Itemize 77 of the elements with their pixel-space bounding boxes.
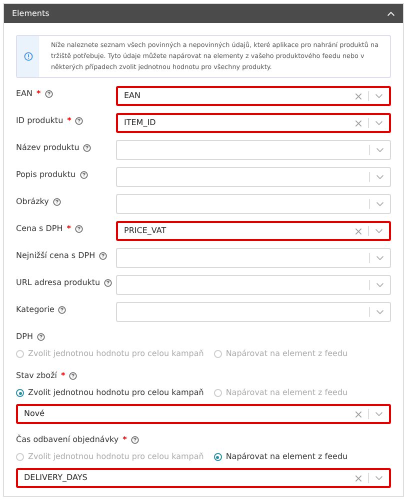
field-label: Popis produktu <box>16 169 76 181</box>
field-label: Obrázky <box>16 196 49 208</box>
radio-label: Zvolit jednotnou hodnotu pro celou kampaň <box>28 451 204 463</box>
select-field[interactable] <box>116 302 391 322</box>
help-icon <box>37 333 45 341</box>
radio-label: Napárovat na element z feedu <box>226 387 348 399</box>
field-label: Stav zboží <box>16 370 57 382</box>
radio-button[interactable] <box>214 350 222 358</box>
chevron-down-icon[interactable] <box>376 174 384 180</box>
select-value: PRICE_VAT <box>124 225 168 237</box>
help-icon <box>74 225 83 233</box>
required-mark: * <box>67 115 72 127</box>
help-icon <box>104 279 112 287</box>
chevron-down-icon[interactable] <box>376 255 384 261</box>
select-field[interactable]: Nové <box>16 404 391 424</box>
select-field[interactable] <box>116 140 391 160</box>
select-field[interactable]: EAN <box>116 86 391 106</box>
clear-icon[interactable] <box>355 92 362 100</box>
field-label: EAN <box>16 88 33 100</box>
help-icon <box>44 90 53 98</box>
select-field[interactable]: PRICE_VAT <box>116 221 391 241</box>
chevron-down-icon[interactable] <box>375 93 383 99</box>
field-label: URL adresa produktu <box>16 277 100 289</box>
help-icon <box>80 171 88 179</box>
select-field[interactable]: DELIVERY_DAYS <box>16 468 391 488</box>
help-icon <box>58 306 66 314</box>
select-value: EAN <box>124 90 142 102</box>
select-value: ITEM_ID <box>124 117 157 129</box>
chevron-down-icon[interactable] <box>376 147 384 153</box>
chevron-down-icon[interactable] <box>375 475 383 481</box>
radio-label: Napárovat na element z feedu <box>226 451 348 463</box>
help-icon <box>52 198 61 206</box>
field-label: Kategorie <box>16 304 54 316</box>
select-value: Nové <box>24 408 46 420</box>
help-icon <box>83 144 92 152</box>
chevron-down-icon[interactable] <box>375 228 383 234</box>
select-field[interactable] <box>116 275 391 295</box>
required-mark: * <box>122 434 127 446</box>
help-icon <box>75 117 84 125</box>
select-field[interactable] <box>116 248 391 268</box>
required-mark: * <box>66 223 71 235</box>
help-icon <box>130 436 139 444</box>
field-label: Nejnižší cena s DPH <box>16 250 96 262</box>
chevron-down-icon[interactable] <box>375 411 383 417</box>
chevron-down-icon[interactable] <box>376 282 384 288</box>
chevron-up-icon[interactable] <box>387 10 395 16</box>
field-label: Cena s DPH <box>16 223 63 235</box>
clear-icon[interactable] <box>355 228 362 234</box>
radio-button[interactable] <box>16 350 24 358</box>
help-icon <box>69 372 78 380</box>
radio-label: Zvolit jednotnou hodnotu pro celou kampaň <box>28 348 204 360</box>
field-label: Název produktu <box>16 142 80 154</box>
radio-label: Zvolit jednotnou hodnotu pro celou kampaň <box>28 387 204 399</box>
field-label: DPH <box>16 331 33 343</box>
info-icon <box>24 52 32 61</box>
chevron-down-icon[interactable] <box>375 120 383 126</box>
required-mark: * <box>36 88 41 100</box>
radio-button[interactable] <box>16 389 24 397</box>
radio-button[interactable] <box>16 453 24 461</box>
select-value: DELIVERY_DAYS <box>24 472 88 484</box>
radio-button[interactable] <box>214 453 222 461</box>
clear-icon[interactable] <box>355 474 362 482</box>
field-label: Čas odbavení objednávky <box>16 434 119 446</box>
select-field[interactable]: ITEM_ID <box>116 113 391 133</box>
select-field[interactable] <box>116 167 391 187</box>
panel-header[interactable]: Elements <box>4 4 403 23</box>
panel-title: Elements <box>12 8 50 20</box>
clear-icon[interactable] <box>355 120 362 126</box>
radio-label: Napárovat na element z feedu <box>226 348 348 360</box>
select-field[interactable] <box>116 194 391 214</box>
clear-icon[interactable] <box>355 410 362 418</box>
required-mark: * <box>61 370 66 382</box>
help-icon <box>99 252 108 260</box>
chevron-down-icon[interactable] <box>376 309 384 315</box>
radio-button[interactable] <box>214 389 222 397</box>
chevron-down-icon[interactable] <box>376 201 384 207</box>
field-label: ID produktu <box>16 115 64 127</box>
